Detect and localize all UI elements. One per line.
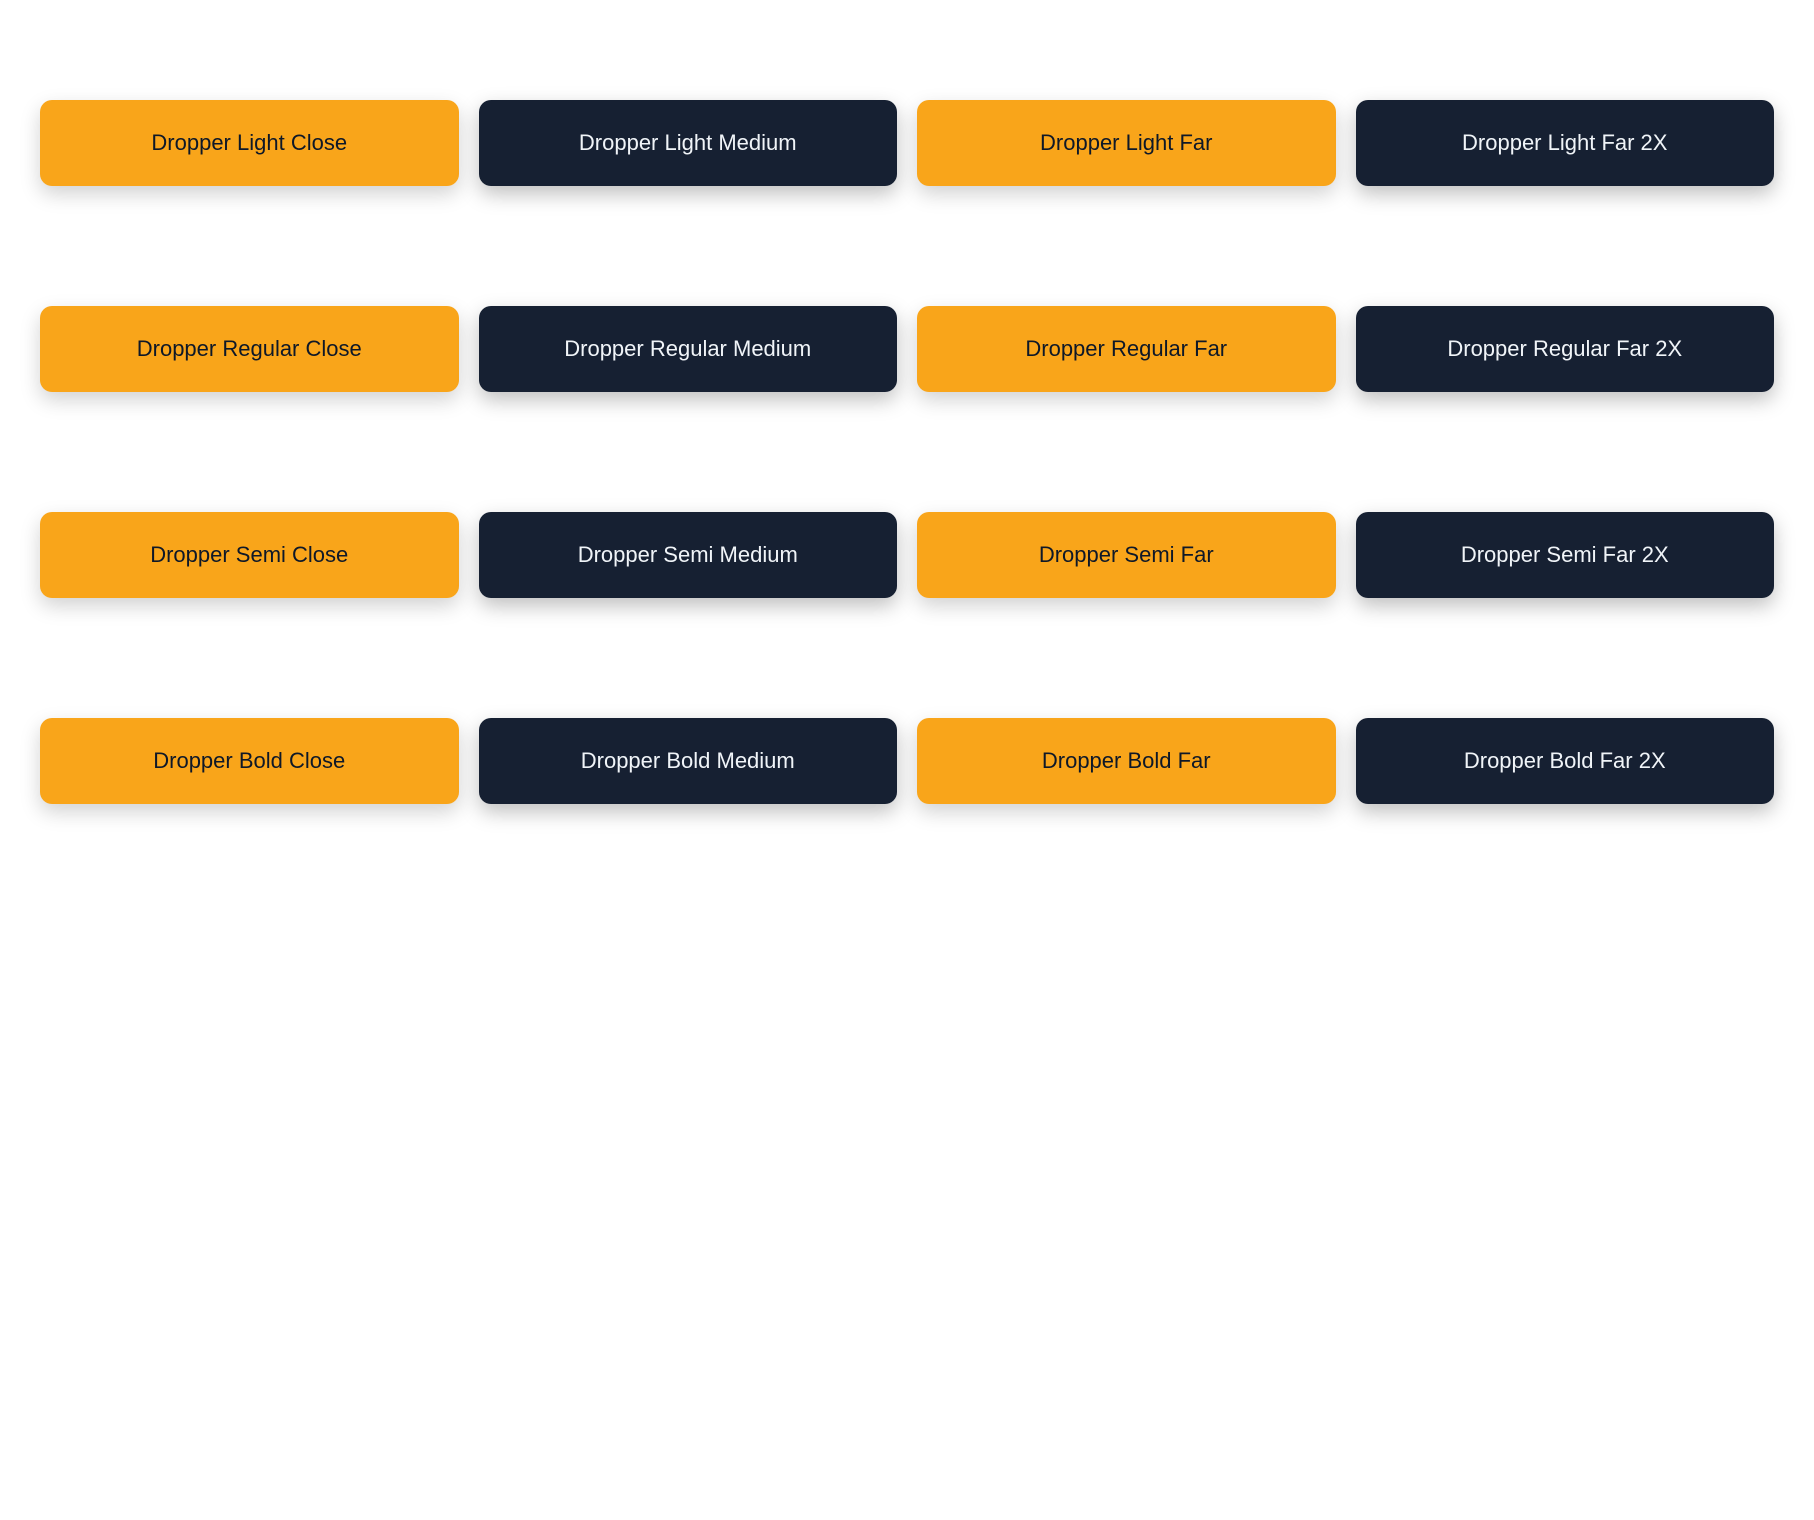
dropper-semi-far-button[interactable]: Dropper Semi Far [917, 512, 1336, 598]
semi-row: Dropper Semi CloseDropper Semi MediumDro… [20, 452, 1794, 658]
dropper-light-close-button[interactable]: Dropper Light Close [40, 100, 459, 186]
dropper-light-far-2x-button[interactable]: Dropper Light Far 2X [1356, 100, 1775, 186]
dropper-light-far-button[interactable]: Dropper Light Far [917, 100, 1336, 186]
dropper-semi-far-2x-button[interactable]: Dropper Semi Far 2X [1356, 512, 1775, 598]
dropper-regular-far-2x-button[interactable]: Dropper Regular Far 2X [1356, 306, 1775, 392]
dropper-semi-medium-button[interactable]: Dropper Semi Medium [479, 512, 898, 598]
dropper-regular-close-button[interactable]: Dropper Regular Close [40, 306, 459, 392]
dropper-regular-medium-button[interactable]: Dropper Regular Medium [479, 306, 898, 392]
dropper-bold-close-button[interactable]: Dropper Bold Close [40, 718, 459, 804]
dropper-bold-far-2x-button[interactable]: Dropper Bold Far 2X [1356, 718, 1775, 804]
light-row: Dropper Light CloseDropper Light MediumD… [20, 40, 1794, 246]
dropper-light-medium-button[interactable]: Dropper Light Medium [479, 100, 898, 186]
dropper-bold-medium-button[interactable]: Dropper Bold Medium [479, 718, 898, 804]
main-grid: Dropper Light CloseDropper Light MediumD… [0, 0, 1814, 904]
bold-row: Dropper Bold CloseDropper Bold MediumDro… [20, 658, 1794, 864]
dropper-semi-close-button[interactable]: Dropper Semi Close [40, 512, 459, 598]
dropper-regular-far-button[interactable]: Dropper Regular Far [917, 306, 1336, 392]
regular-row: Dropper Regular CloseDropper Regular Med… [20, 246, 1794, 452]
dropper-bold-far-button[interactable]: Dropper Bold Far [917, 718, 1336, 804]
